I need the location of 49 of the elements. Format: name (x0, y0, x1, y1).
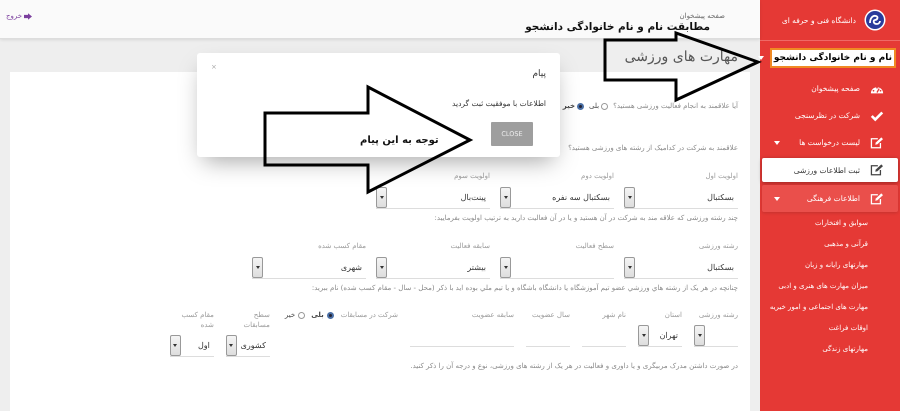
dropdown-button[interactable] (376, 257, 387, 278)
logout-icon (24, 12, 32, 20)
caret-icon (642, 334, 646, 338)
dropdown-field[interactable]: بیشتر (376, 257, 490, 280)
dropdown-button[interactable] (624, 187, 635, 208)
caret-icon (380, 266, 384, 270)
dropdown-button[interactable] (624, 257, 635, 278)
caret-icon (380, 196, 384, 200)
caret-icon (628, 266, 632, 270)
logo-icon (864, 9, 886, 31)
caret-icon (229, 344, 234, 348)
dropdown-field[interactable]: بسکتبال (624, 257, 738, 280)
dropdown-field[interactable]: پینت‌بال (376, 187, 490, 210)
caret-icon (698, 334, 702, 338)
dropdown-button[interactable] (500, 257, 511, 278)
dropdown-field[interactable]: تهران (638, 325, 682, 348)
edit-icon (870, 192, 884, 204)
caret-icon (774, 196, 780, 200)
caret-icon (504, 266, 508, 270)
radio-button[interactable] (601, 102, 608, 110)
dropdown-field[interactable]: بسکتبال (624, 187, 738, 210)
caret-icon (504, 196, 508, 200)
caret-icon (758, 56, 764, 60)
radio-button[interactable] (298, 312, 306, 319)
caret-icon (628, 196, 632, 200)
student-name[interactable]: نام و نام خانوادگی دانشجو (770, 48, 896, 68)
check-icon (870, 110, 884, 122)
dropdown-button[interactable] (638, 325, 649, 346)
dropdown-field[interactable] (500, 257, 614, 280)
edit-icon (870, 164, 884, 176)
callout-text: توجه به این پیام (360, 135, 439, 146)
caret-icon (774, 140, 780, 144)
edit-icon (870, 136, 884, 148)
dropdown-button[interactable] (376, 187, 387, 208)
dropdown-field[interactable]: بسکتبال سه نفره (500, 187, 614, 210)
dropdown-field[interactable]: کشوری (226, 335, 270, 358)
dropdown-button[interactable] (694, 325, 705, 346)
dropdown-field[interactable]: اول (170, 335, 214, 358)
dropdown-button[interactable] (252, 257, 263, 278)
radio-button[interactable] (326, 312, 334, 319)
dropdown-field[interactable]: شهری (252, 257, 366, 280)
caret-icon (173, 344, 178, 348)
dropdown-button[interactable] (500, 187, 511, 208)
dialog-title: پیام (532, 69, 546, 79)
radio-button[interactable] (577, 102, 584, 110)
caret-icon (256, 266, 260, 270)
page-heading: مهارت های ورزشی (624, 49, 738, 67)
dropdown-field[interactable] (694, 325, 738, 348)
annotation-text: مطابقت نام و نام خانوادگی دانشجو (525, 21, 710, 33)
